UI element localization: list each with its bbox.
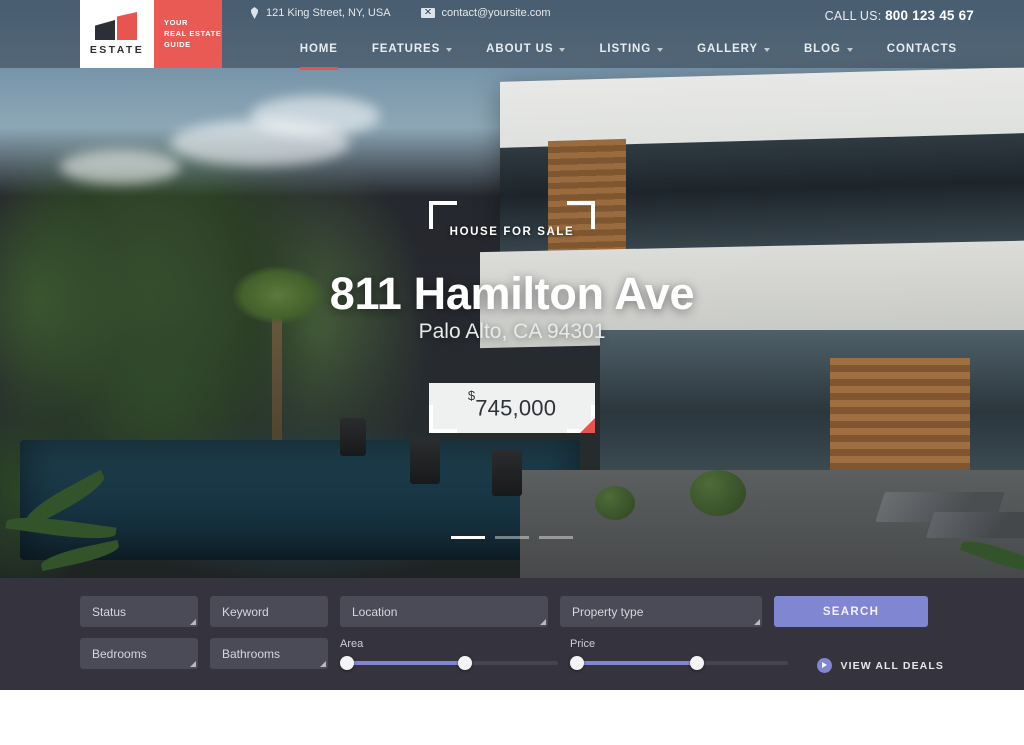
main-navigation: HOME FEATURES ABOUT US LISTING GALLERY B… [283,40,974,70]
nav-item-home[interactable]: HOME [283,40,355,70]
bathrooms-select[interactable]: Bathrooms [210,638,328,669]
address-text: 121 King Street, NY, USA [266,7,391,19]
page-body-whitespace [0,690,1024,745]
frame-corner-top-left [429,201,457,229]
nav-label: HOME [299,43,338,55]
nav-item-gallery[interactable]: GALLERY [680,40,787,58]
keyword-input[interactable]: Keyword [210,596,328,627]
building-dark-shape [95,20,115,40]
property-price-box: $745,000 [429,383,595,433]
page-root: HOUSE FOR SALE 811 Hamilton Ave Palo Alt… [0,0,1024,745]
property-price: $745,000 [468,388,557,421]
chevron-down-icon [446,47,453,52]
search-row-secondary: Bedrooms Bathrooms Area Price [80,638,944,670]
phone-number[interactable]: 800 123 45 67 [885,8,974,23]
nav-label: ABOUT US [486,43,554,55]
price-slider-group: Price [570,638,788,670]
price-slider-handle-min[interactable] [570,656,584,670]
nav-label: BLOG [803,43,841,55]
price-slider[interactable] [570,656,788,670]
search-row-primary: Status Keyword Location Property type SE… [80,596,944,627]
nav-label: FEATURES [371,43,441,55]
area-label: Area [340,638,364,650]
area-slider-active-track [340,661,463,665]
building-red-shape [117,12,137,40]
area-slider[interactable] [340,656,558,670]
tagline-line-3: GUIDE [164,40,191,50]
nav-item-features[interactable]: FEATURES [355,40,469,58]
search-button[interactable]: SEARCH [774,596,928,627]
map-pin-icon [251,7,258,19]
nav-label: CONTACTS [886,43,957,55]
hero-banner: HOUSE FOR SALE 811 Hamilton Ave Palo Alt… [0,0,1024,578]
hero-content: HOUSE FOR SALE 811 Hamilton Ave Palo Alt… [0,0,1024,578]
tagline-line-1: YOUR [164,17,189,27]
hero-slide-indicator-2[interactable] [495,536,529,539]
nav-label: LISTING [599,43,652,55]
site-header: ESTATE YOUR REAL ESTATE GUIDE 121 King S… [0,0,1024,70]
building-icon [95,12,139,40]
property-search-panel: Status Keyword Location Property type SE… [0,578,1024,690]
price-label: Price [570,638,596,650]
price-slider-active-track [570,661,695,665]
area-slider-handle-min[interactable] [340,656,354,670]
nav-label: GALLERY [697,43,758,55]
play-circle-icon [816,658,832,673]
view-all-deals-label: VIEW ALL DEALS [840,659,944,672]
header-email[interactable]: contact@yoursite.com [420,7,551,19]
nav-item-blog[interactable]: BLOG [787,40,870,58]
price-slider-handle-max[interactable] [689,656,704,670]
chevron-down-icon [657,47,664,52]
area-slider-group: Area [340,638,558,670]
envelope-icon [420,8,435,18]
house-for-sale-badge: HOUSE FOR SALE [449,226,575,238]
hero-slide-indicator-3[interactable] [539,536,573,539]
frame-corner-top-right [567,201,595,229]
logo[interactable]: ESTATE YOUR REAL ESTATE GUIDE [80,0,222,68]
area-slider-handle-max[interactable] [457,656,472,670]
bedrooms-select[interactable]: Bedrooms [80,638,198,669]
tagline-line-2: REAL ESTATE [164,28,222,38]
header-contact-info: 121 King Street, NY, USA contact@yoursit… [250,7,551,19]
property-title: 811 Hamilton Ave [329,268,695,319]
price-amount: 745,000 [475,395,557,421]
chevron-down-icon [846,47,853,52]
nav-item-contacts[interactable]: CONTACTS [870,40,974,58]
currency-symbol: $ [467,388,476,404]
search-panel-inner: Status Keyword Location Property type SE… [80,596,945,673]
status-select[interactable]: Status [80,596,198,627]
chevron-down-icon [559,47,566,52]
logo-badge[interactable]: ESTATE [80,0,154,68]
view-all-deals-link[interactable]: VIEW ALL DEALS [816,658,945,673]
nav-item-about-us[interactable]: ABOUT US [469,40,582,58]
property-type-select[interactable]: Property type [560,596,762,627]
email-text[interactable]: contact@yoursite.com [442,7,551,19]
hero-slide-indicator-1[interactable] [451,536,485,539]
header-address: 121 King Street, NY, USA [250,7,391,19]
hero-slider-pagination[interactable] [0,536,1024,539]
nav-item-listing[interactable]: LISTING [582,40,680,58]
logo-tagline: YOUR REAL ESTATE GUIDE [154,0,222,68]
call-us-label: CALL US: [824,9,882,23]
chevron-down-icon [763,47,770,52]
location-select[interactable]: Location [340,596,548,627]
logo-wordmark: ESTATE [89,44,145,56]
header-phone: CALL US: 800 123 45 67 [825,8,974,23]
property-location: Palo Alto, CA 94301 [418,320,606,343]
